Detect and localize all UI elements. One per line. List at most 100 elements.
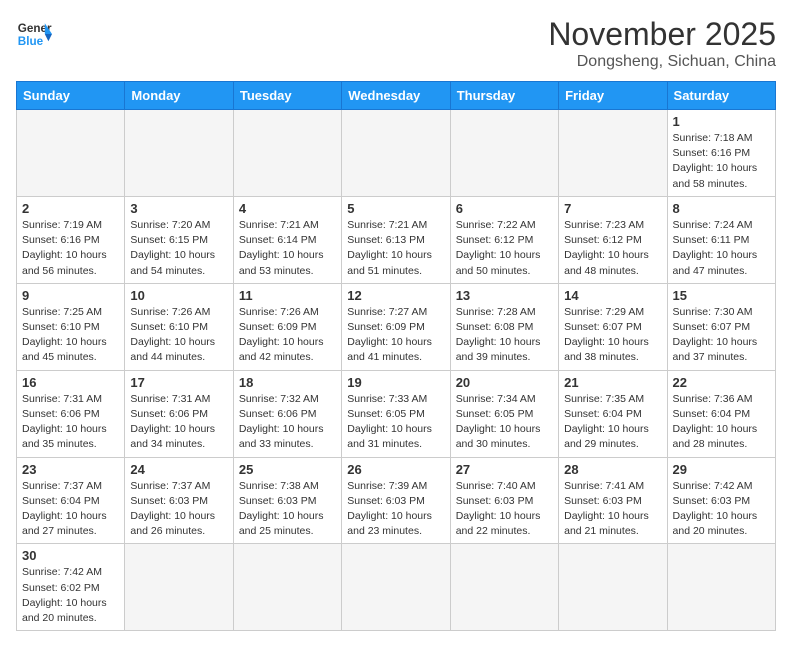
header-friday: Friday bbox=[559, 82, 667, 110]
day-info: Sunrise: 7:21 AM Sunset: 6:14 PM Dayligh… bbox=[239, 218, 336, 279]
day-number: 20 bbox=[456, 375, 553, 390]
header-tuesday: Tuesday bbox=[233, 82, 341, 110]
day-info: Sunrise: 7:37 AM Sunset: 6:03 PM Dayligh… bbox=[130, 479, 227, 540]
day-info: Sunrise: 7:28 AM Sunset: 6:08 PM Dayligh… bbox=[456, 305, 553, 366]
table-row bbox=[125, 544, 233, 631]
table-row: 25 Sunrise: 7:38 AM Sunset: 6:03 PM Dayli… bbox=[233, 457, 341, 544]
calendar-table: Sunday Monday Tuesday Wednesday Thursday… bbox=[16, 81, 776, 631]
day-number: 14 bbox=[564, 288, 661, 303]
table-row: 14 Sunrise: 7:29 AM Sunset: 6:07 PM Dayli… bbox=[559, 283, 667, 370]
day-info: Sunrise: 7:29 AM Sunset: 6:07 PM Dayligh… bbox=[564, 305, 661, 366]
table-row bbox=[17, 110, 125, 197]
table-row: 21 Sunrise: 7:35 AM Sunset: 6:04 PM Dayli… bbox=[559, 370, 667, 457]
header-saturday: Saturday bbox=[667, 82, 775, 110]
table-row: 30 Sunrise: 7:42 AM Sunset: 6:02 PM Dayli… bbox=[17, 544, 125, 631]
table-row: 1 Sunrise: 7:18 AM Sunset: 6:16 PM Daylig… bbox=[667, 110, 775, 197]
day-info: Sunrise: 7:42 AM Sunset: 6:02 PM Dayligh… bbox=[22, 565, 119, 626]
day-info: Sunrise: 7:22 AM Sunset: 6:12 PM Dayligh… bbox=[456, 218, 553, 279]
table-row bbox=[667, 544, 775, 631]
day-number: 28 bbox=[564, 462, 661, 477]
table-row: 24Sunrise: 7:37 AM Sunset: 6:03 PM Dayli… bbox=[125, 457, 233, 544]
day-number: 6 bbox=[456, 201, 553, 216]
day-info: Sunrise: 7:26 AM Sunset: 6:10 PM Dayligh… bbox=[130, 305, 227, 366]
day-number: 10 bbox=[130, 288, 227, 303]
table-row: 10 Sunrise: 7:26 AM Sunset: 6:10 PM Dayli… bbox=[125, 283, 233, 370]
table-row: 22 Sunrise: 7:36 AM Sunset: 6:04 PM Dayli… bbox=[667, 370, 775, 457]
table-row: 17 Sunrise: 7:31 AM Sunset: 6:06 PM Dayli… bbox=[125, 370, 233, 457]
table-row: 2 Sunrise: 7:19 AM Sunset: 6:16 PM Daylig… bbox=[17, 196, 125, 283]
day-info: Sunrise: 7:23 AM Sunset: 6:12 PM Dayligh… bbox=[564, 218, 661, 279]
day-number: 27 bbox=[456, 462, 553, 477]
day-info: Sunrise: 7:30 AM Sunset: 6:07 PM Dayligh… bbox=[673, 305, 770, 366]
table-row bbox=[450, 110, 558, 197]
day-number: 25 bbox=[239, 462, 336, 477]
logo: General Blue bbox=[16, 16, 52, 52]
table-row: 5 Sunrise: 7:21 AM Sunset: 6:13 PM Daylig… bbox=[342, 196, 450, 283]
day-number: 18 bbox=[239, 375, 336, 390]
table-row bbox=[233, 544, 341, 631]
title-area: November 2025 Dongsheng, Sichuan, China bbox=[548, 16, 776, 71]
day-info: Sunrise: 7:24 AM Sunset: 6:11 PM Dayligh… bbox=[673, 218, 770, 279]
logo-icon: General Blue bbox=[16, 16, 52, 52]
table-row bbox=[233, 110, 341, 197]
day-number: 17 bbox=[130, 375, 227, 390]
day-number: 2 bbox=[22, 201, 119, 216]
day-number: 5 bbox=[347, 201, 444, 216]
day-number: 16 bbox=[22, 375, 119, 390]
day-number: 23 bbox=[22, 462, 119, 477]
calendar-subtitle: Dongsheng, Sichuan, China bbox=[548, 53, 776, 71]
day-info: Sunrise: 7:36 AM Sunset: 6:04 PM Dayligh… bbox=[673, 392, 770, 453]
day-info: Sunrise: 7:34 AM Sunset: 6:05 PM Dayligh… bbox=[456, 392, 553, 453]
day-info: Sunrise: 7:31 AM Sunset: 6:06 PM Dayligh… bbox=[130, 392, 227, 453]
header-thursday: Thursday bbox=[450, 82, 558, 110]
day-info: Sunrise: 7:42 AM Sunset: 6:03 PM Dayligh… bbox=[673, 479, 770, 540]
day-info: Sunrise: 7:37 AM Sunset: 6:04 PM Dayligh… bbox=[22, 479, 119, 540]
day-number: 19 bbox=[347, 375, 444, 390]
table-row: 18Sunrise: 7:32 AM Sunset: 6:06 PM Dayli… bbox=[233, 370, 341, 457]
day-number: 12 bbox=[347, 288, 444, 303]
svg-text:Blue: Blue bbox=[18, 35, 44, 48]
table-row: 20 Sunrise: 7:34 AM Sunset: 6:05 PM Dayli… bbox=[450, 370, 558, 457]
calendar-title: November 2025 bbox=[548, 16, 776, 53]
header-sunday: Sunday bbox=[17, 82, 125, 110]
page-header: General Blue November 2025 Dongsheng, Si… bbox=[16, 16, 776, 71]
table-row: 26 Sunrise: 7:39 AM Sunset: 6:03 PM Dayli… bbox=[342, 457, 450, 544]
day-info: Sunrise: 7:21 AM Sunset: 6:13 PM Dayligh… bbox=[347, 218, 444, 279]
table-row bbox=[450, 544, 558, 631]
table-row: 11Sunrise: 7:26 AM Sunset: 6:09 PM Dayli… bbox=[233, 283, 341, 370]
calendar-header-row: Sunday Monday Tuesday Wednesday Thursday… bbox=[17, 82, 776, 110]
day-info: Sunrise: 7:35 AM Sunset: 6:04 PM Dayligh… bbox=[564, 392, 661, 453]
table-row bbox=[559, 110, 667, 197]
day-info: Sunrise: 7:40 AM Sunset: 6:03 PM Dayligh… bbox=[456, 479, 553, 540]
day-number: 26 bbox=[347, 462, 444, 477]
day-info: Sunrise: 7:41 AM Sunset: 6:03 PM Dayligh… bbox=[564, 479, 661, 540]
table-row bbox=[342, 544, 450, 631]
day-number: 7 bbox=[564, 201, 661, 216]
day-info: Sunrise: 7:25 AM Sunset: 6:10 PM Dayligh… bbox=[22, 305, 119, 366]
table-row: 27 Sunrise: 7:40 AM Sunset: 6:03 PM Dayli… bbox=[450, 457, 558, 544]
day-info: Sunrise: 7:33 AM Sunset: 6:05 PM Dayligh… bbox=[347, 392, 444, 453]
day-number: 8 bbox=[673, 201, 770, 216]
day-number: 21 bbox=[564, 375, 661, 390]
day-number: 30 bbox=[22, 548, 119, 563]
day-info: Sunrise: 7:38 AM Sunset: 6:03 PM Dayligh… bbox=[239, 479, 336, 540]
day-number: 1 bbox=[673, 114, 770, 129]
table-row bbox=[559, 544, 667, 631]
table-row bbox=[342, 110, 450, 197]
table-row: 15Sunrise: 7:30 AM Sunset: 6:07 PM Dayli… bbox=[667, 283, 775, 370]
table-row: 23 Sunrise: 7:37 AM Sunset: 6:04 PM Dayli… bbox=[17, 457, 125, 544]
day-number: 29 bbox=[673, 462, 770, 477]
day-number: 9 bbox=[22, 288, 119, 303]
day-number: 13 bbox=[456, 288, 553, 303]
table-row: 6 Sunrise: 7:22 AM Sunset: 6:12 PM Daylig… bbox=[450, 196, 558, 283]
day-info: Sunrise: 7:18 AM Sunset: 6:16 PM Dayligh… bbox=[673, 131, 770, 192]
day-info: Sunrise: 7:39 AM Sunset: 6:03 PM Dayligh… bbox=[347, 479, 444, 540]
day-info: Sunrise: 7:19 AM Sunset: 6:16 PM Dayligh… bbox=[22, 218, 119, 279]
day-info: Sunrise: 7:20 AM Sunset: 6:15 PM Dayligh… bbox=[130, 218, 227, 279]
table-row: 9 Sunrise: 7:25 AM Sunset: 6:10 PM Daylig… bbox=[17, 283, 125, 370]
header-wednesday: Wednesday bbox=[342, 82, 450, 110]
table-row: 16Sunrise: 7:31 AM Sunset: 6:06 PM Dayli… bbox=[17, 370, 125, 457]
day-info: Sunrise: 7:27 AM Sunset: 6:09 PM Dayligh… bbox=[347, 305, 444, 366]
table-row: 4Sunrise: 7:21 AM Sunset: 6:14 PM Daylig… bbox=[233, 196, 341, 283]
day-number: 22 bbox=[673, 375, 770, 390]
